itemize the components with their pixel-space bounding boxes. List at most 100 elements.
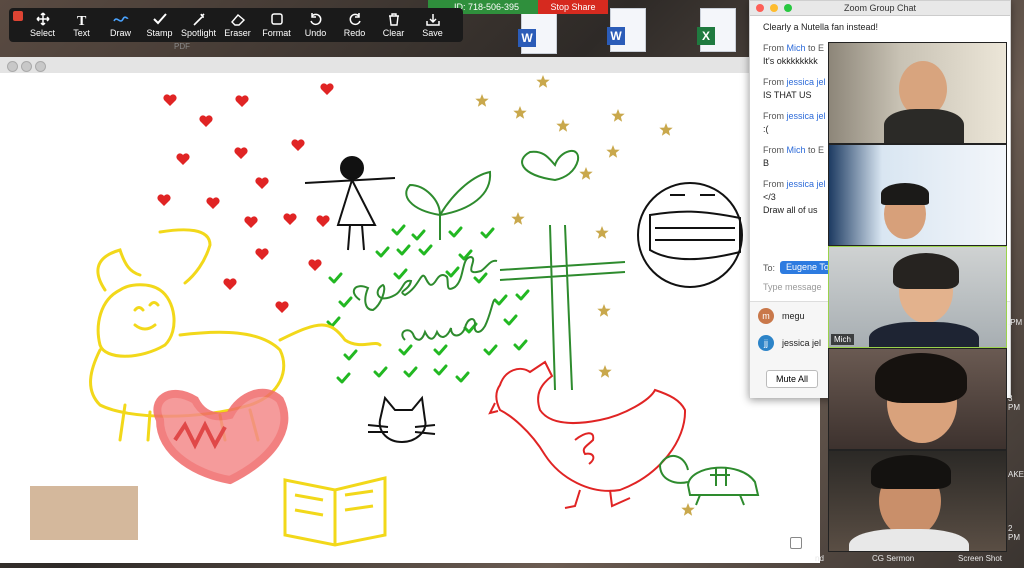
window-minimize-button[interactable]	[21, 61, 32, 72]
check-stamp	[391, 224, 406, 236]
green-check-stamps	[326, 224, 530, 384]
window-close-button[interactable]	[7, 61, 18, 72]
from-prefix: From	[763, 145, 784, 155]
toolbar-close-button[interactable]	[13, 11, 23, 21]
video-tile[interactable]	[828, 144, 1007, 246]
whiteboard-canvas[interactable]	[0, 73, 820, 563]
check-stamp	[473, 272, 488, 284]
heart-stamp	[223, 278, 237, 290]
tool-redo[interactable]: Redo	[335, 12, 374, 38]
tool-spotlight[interactable]: Spotlight	[179, 12, 218, 38]
chat-message-sender: From jessica jel	[763, 111, 831, 121]
participant-row[interactable]: m megu	[758, 308, 805, 324]
chat-title: Zoom Group Chat	[843, 3, 917, 13]
check-stamp	[411, 229, 426, 241]
svg-text:T: T	[77, 14, 87, 26]
tan-rectangle-drawing	[30, 486, 138, 540]
check-stamp	[403, 366, 418, 378]
tool-clear[interactable]: Clear	[374, 12, 413, 38]
chat-message-text: Draw all of us	[763, 205, 818, 215]
move-icon	[35, 12, 50, 26]
video-tile[interactable]	[828, 348, 1007, 450]
chat-message-text: B	[763, 158, 770, 168]
participant-name: jessica jel	[782, 338, 822, 348]
star-stamp	[579, 167, 593, 180]
word-file-icon[interactable]: W	[518, 10, 557, 54]
check-stamp	[336, 372, 351, 384]
mute-all-button[interactable]: Mute All	[766, 370, 818, 388]
word-file-icon[interactable]: W	[607, 8, 646, 52]
tool-save[interactable]: Save	[413, 12, 452, 38]
heart-stamp	[163, 94, 177, 106]
tool-select[interactable]: Select	[23, 12, 62, 38]
green-sprout-drawing	[405, 150, 580, 240]
chat-message-text: It's okkkkkkkk	[763, 56, 818, 66]
tool-label: Text	[73, 28, 90, 38]
star-stamp	[475, 94, 489, 107]
heart-stamp	[244, 216, 258, 228]
chat-message-input[interactable]: Type message	[763, 282, 829, 294]
avatar: jj	[758, 335, 774, 351]
turtle-drawing	[658, 455, 760, 506]
heart-stamp	[283, 213, 297, 225]
undo-icon	[309, 13, 321, 26]
heart-stamp	[176, 153, 190, 165]
check-stamp	[393, 268, 408, 280]
video-name-tag: Mich	[831, 334, 854, 345]
desktop-file-label: AKE	[1008, 470, 1024, 479]
from-prefix: From	[763, 43, 784, 53]
tool-undo[interactable]: Undo	[296, 12, 335, 38]
check-stamp	[515, 289, 530, 301]
desktop-file-label: 3 PM	[1008, 394, 1020, 412]
masked-face-drawing	[637, 182, 743, 288]
tool-label: Redo	[343, 28, 366, 38]
video-tile[interactable]	[828, 450, 1007, 552]
chat-close-button[interactable]	[756, 4, 764, 12]
excel-file-icon[interactable]: X	[697, 8, 736, 52]
tool-draw[interactable]: Draw	[101, 12, 140, 38]
tool-format[interactable]: Format	[257, 12, 296, 38]
tool-label: Spotlight	[180, 28, 217, 38]
stop-share-button[interactable]: Stop Share	[538, 0, 608, 14]
eraser-icon	[230, 14, 245, 26]
tool-eraser[interactable]: Eraser	[218, 12, 257, 38]
tool-label: Undo	[304, 28, 327, 38]
draw-icon	[112, 16, 129, 22]
share-corner-icon[interactable]	[790, 537, 802, 549]
star-stamp	[597, 304, 611, 317]
heart-stamp	[234, 147, 248, 159]
heart-stamp	[320, 83, 334, 95]
tool-text[interactable]: T Text	[62, 12, 101, 38]
participant-name: megu	[782, 311, 805, 321]
desktop-file-label: CG Sermon	[872, 554, 915, 563]
chat-message-text: </3	[763, 192, 776, 202]
chat-minimize-button[interactable]	[770, 4, 778, 12]
desktop-file-label: 2 PM	[1008, 524, 1020, 542]
check-stamp	[493, 294, 508, 306]
heart-stamp	[199, 115, 213, 127]
star-stamp	[606, 145, 620, 158]
desktop-file-label: Screen Shot	[958, 554, 1003, 563]
chat-message-text: Clearly a Nutella fan instead!	[763, 22, 879, 32]
window-zoom-button[interactable]	[35, 61, 46, 72]
tool-label: Clear	[382, 28, 405, 38]
check-stamp	[373, 366, 388, 378]
heart-stamp	[291, 139, 305, 151]
video-tile[interactable]	[828, 42, 1007, 144]
check-stamp	[418, 244, 433, 256]
chat-zoom-button[interactable]	[784, 4, 792, 12]
sender-name: Mich	[786, 145, 806, 155]
star-stamp	[598, 365, 612, 378]
check-stamp	[343, 349, 358, 361]
check-stamp	[433, 364, 448, 376]
heart-stamp	[157, 194, 171, 206]
participant-row[interactable]: jj jessica jel	[758, 335, 821, 351]
whiteboard-drawing	[30, 75, 760, 547]
heart-stamp	[235, 95, 249, 107]
heart-stamp	[308, 259, 322, 271]
check-stamp	[338, 296, 353, 308]
sender-name: jessica jel	[786, 111, 826, 121]
tool-stamp[interactable]: Stamp	[140, 12, 179, 38]
video-tile-active-speaker[interactable]: Mich	[828, 246, 1007, 348]
tool-label: Draw	[109, 28, 131, 38]
